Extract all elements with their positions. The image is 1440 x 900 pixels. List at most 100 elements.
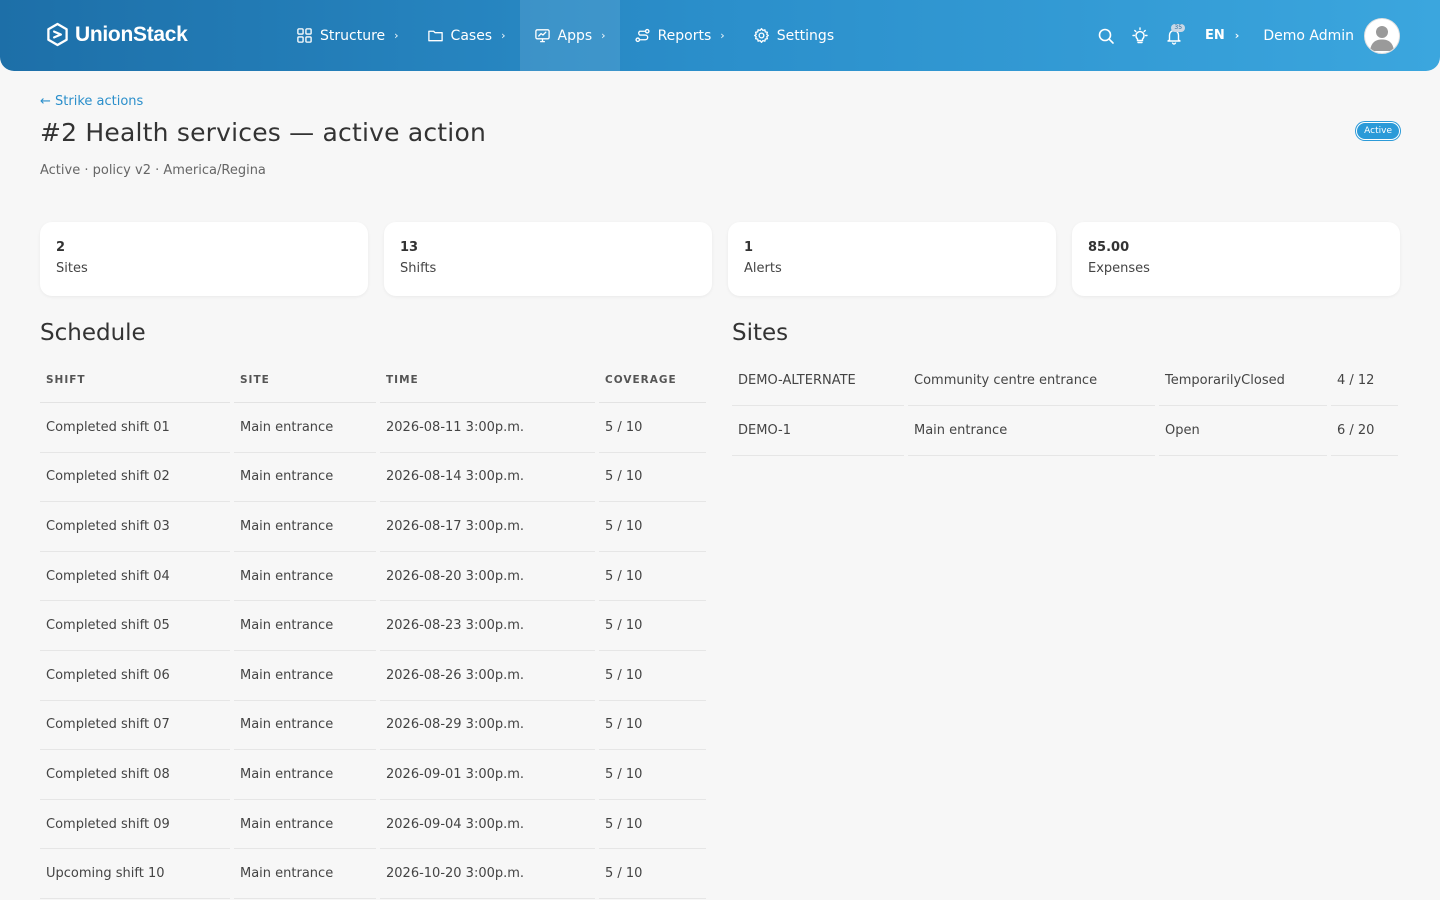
table-row[interactable]: Completed shift 04 Main entrance 2026-08-2… [40, 552, 706, 602]
table-row[interactable]: Upcoming shift 10 Main entrance 2026-10-20… [40, 849, 706, 899]
grid-icon [297, 28, 312, 43]
gear-icon [753, 28, 769, 43]
cell-shift: Completed shift 02 [40, 453, 230, 503]
stat-card-shifts: 13 Shifts [384, 222, 712, 296]
nav-structure[interactable]: Structure › [282, 0, 413, 71]
status-badge: Active [1356, 122, 1400, 140]
nav-cases[interactable]: Cases › [413, 0, 520, 71]
back-link[interactable]: ← Strike actions [40, 94, 143, 109]
cell-shift: Completed shift 09 [40, 800, 230, 850]
chevron-right-icon: › [720, 29, 725, 42]
cell-site-name: Main entrance [908, 406, 1155, 456]
cell-site-status: TemporarilyClosed [1159, 356, 1327, 406]
nav-settings[interactable]: Settings [739, 0, 848, 71]
stat-value: 2 [56, 240, 66, 255]
cell-coverage: 5 / 10 [599, 701, 706, 751]
table-row[interactable]: Completed shift 02 Main entrance 2026-08-1… [40, 453, 706, 503]
cell-site: Main entrance [234, 403, 376, 453]
language-code: EN [1205, 28, 1225, 43]
header-tools: 35 EN › Demo Admin [1089, 0, 1400, 71]
avatar[interactable] [1364, 17, 1400, 54]
cell-shift: Completed shift 07 [40, 701, 230, 751]
stat-cards: 2 Sites 13 Shifts 1 Alerts 85.00 Expense… [40, 222, 1400, 296]
chevron-right-icon: › [501, 29, 506, 42]
table-row[interactable]: Completed shift 07 Main entrance 2026-08-2… [40, 701, 706, 751]
tips-button[interactable] [1123, 19, 1157, 53]
cell-time: 2026-08-11 3:00p.m. [380, 403, 595, 453]
stat-card-alerts: 1 Alerts [728, 222, 1056, 296]
cell-time: 2026-08-23 3:00p.m. [380, 601, 595, 651]
cell-site-code: DEMO-1 [732, 406, 904, 456]
column-header-coverage[interactable]: COVERAGE [599, 358, 706, 403]
column-header-time[interactable]: TIME [380, 358, 595, 403]
nav-apps[interactable]: Apps › [519, 0, 620, 71]
cell-shift: Upcoming shift 10 [40, 849, 230, 899]
stat-card-expenses: 85.00 Expenses [1072, 222, 1400, 296]
page-subtitle: Active · policy v2 · America/Regina [40, 163, 266, 178]
cell-shift: Completed shift 04 [40, 552, 230, 602]
cell-time: 2026-10-20 3:00p.m. [380, 849, 595, 899]
stat-label: Sites [56, 261, 88, 276]
table-row[interactable]: Completed shift 05 Main entrance 2026-08-2… [40, 601, 706, 651]
stat-label: Alerts [744, 261, 782, 276]
lightbulb-icon [1132, 26, 1148, 43]
main-nav: Structure › Cases › Apps › Reports › Set… [282, 0, 848, 71]
chevron-right-icon: › [1234, 29, 1240, 42]
sites-heading: Sites [732, 320, 789, 346]
page-title: #2 Health services — active action [40, 118, 486, 147]
cell-site: Main entrance [234, 849, 376, 899]
table-row[interactable]: Completed shift 08 Main entrance 2026-09-0… [40, 750, 706, 800]
cell-coverage: 5 / 10 [599, 800, 706, 850]
schedule-table: SHIFT SITE TIME COVERAGE Completed shift… [36, 358, 710, 899]
notifications-button[interactable]: 35 [1157, 19, 1191, 53]
cell-site: Main entrance [234, 552, 376, 602]
cell-time: 2026-08-20 3:00p.m. [380, 552, 595, 602]
stat-label: Shifts [400, 261, 437, 276]
cell-site: Main entrance [234, 750, 376, 800]
cell-shift: Completed shift 03 [40, 502, 230, 552]
top-navigation-bar: UnionStack Structure › Cases › Apps › Re… [0, 0, 1440, 71]
nav-settings-label: Settings [776, 27, 835, 44]
cell-coverage: 5 / 10 [599, 552, 706, 602]
cell-site-coverage: 4 / 12 [1331, 356, 1398, 406]
schedule-heading: Schedule [40, 320, 146, 346]
cell-site: Main entrance [234, 651, 376, 701]
brand-logo[interactable]: UnionStack [46, 22, 188, 47]
column-header-site[interactable]: SITE [234, 358, 376, 403]
stat-value: 85.00 [1088, 240, 1130, 255]
cell-time: 2026-09-01 3:00p.m. [380, 750, 595, 800]
cell-site: Main entrance [234, 800, 376, 850]
chevron-right-icon: › [601, 29, 606, 42]
stat-value: 1 [744, 240, 754, 255]
cell-time: 2026-09-04 3:00p.m. [380, 800, 595, 850]
table-row[interactable]: Completed shift 03 Main entrance 2026-08-1… [40, 502, 706, 552]
column-header-shift[interactable]: SHIFT [40, 358, 230, 403]
cell-coverage: 5 / 10 [599, 849, 706, 899]
language-selector[interactable]: EN › [1205, 28, 1239, 43]
cell-coverage: 5 / 10 [599, 750, 706, 800]
nav-reports[interactable]: Reports › [620, 0, 739, 71]
stat-value: 13 [400, 240, 419, 255]
table-header-row: SHIFT SITE TIME COVERAGE [40, 358, 706, 403]
cell-site: Main entrance [234, 601, 376, 651]
search-button[interactable] [1089, 19, 1123, 53]
folder-icon [427, 30, 443, 42]
table-row[interactable]: Completed shift 09 Main entrance 2026-09-0… [40, 800, 706, 850]
cell-time: 2026-08-29 3:00p.m. [380, 701, 595, 751]
brand-name: UnionStack [75, 22, 188, 46]
cell-time: 2026-08-17 3:00p.m. [380, 502, 595, 552]
nav-cases-label: Cases [450, 27, 493, 44]
cell-coverage: 5 / 10 [599, 502, 706, 552]
stat-label: Expenses [1088, 261, 1150, 276]
user-avatar-icon [1370, 25, 1394, 51]
cell-shift: Completed shift 06 [40, 651, 230, 701]
chevron-right-icon: › [394, 29, 399, 42]
table-row[interactable]: Completed shift 06 Main entrance 2026-08-2… [40, 651, 706, 701]
user-name[interactable]: Demo Admin [1263, 28, 1354, 44]
stat-card-sites: 2 Sites [40, 222, 368, 296]
table-row[interactable]: DEMO-1 Main entrance Open 6 / 20 [732, 406, 1398, 456]
cell-coverage: 5 / 10 [599, 651, 706, 701]
cell-time: 2026-08-26 3:00p.m. [380, 651, 595, 701]
table-row[interactable]: DEMO-ALTERNATE Community centre entrance T… [732, 356, 1398, 406]
table-row[interactable]: Completed shift 01 Main entrance 2026-08-1… [40, 403, 706, 453]
